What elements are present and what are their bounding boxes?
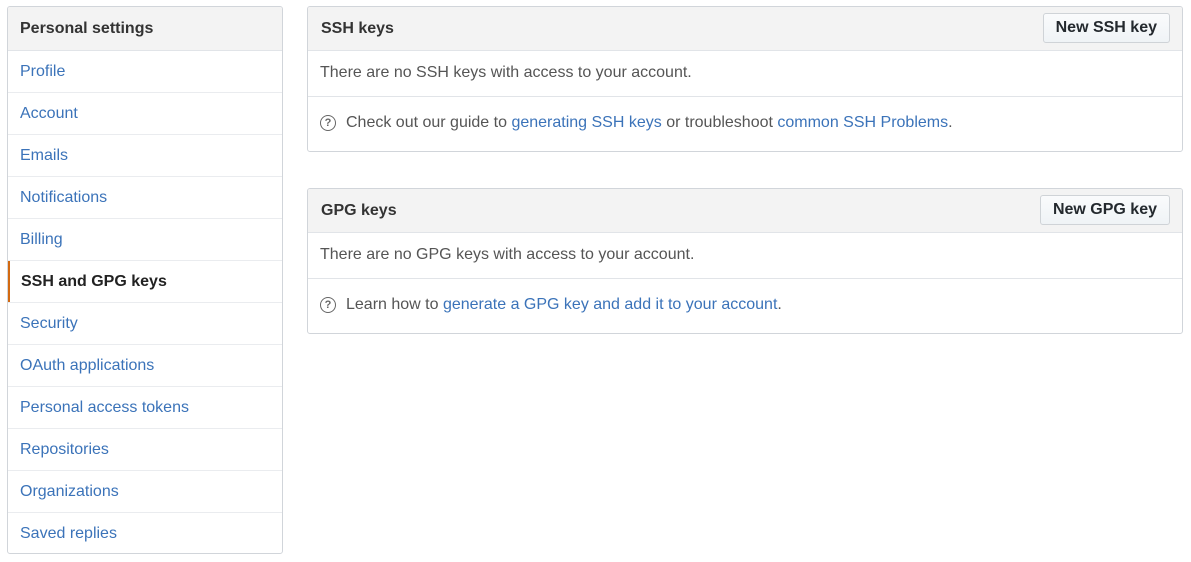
sidebar-item-emails[interactable]: Emails <box>8 135 282 177</box>
new-ssh-key-button[interactable]: New SSH key <box>1042 13 1170 43</box>
question-circle-icon: ? <box>320 115 336 131</box>
sidebar-item-billing[interactable]: Billing <box>8 219 282 261</box>
gpg-keys-header: GPG keys New GPG key <box>308 189 1182 233</box>
gpg-help-prefix: Learn how to <box>346 296 443 313</box>
ssh-keys-panel: SSH keys New SSH key There are no SSH ke… <box>307 6 1183 152</box>
sidebar-item-security[interactable]: Security <box>8 303 282 345</box>
gpg-keys-help: ? Learn how to generate a GPG key and ad… <box>308 279 1182 331</box>
new-gpg-key-button[interactable]: New GPG key <box>1039 195 1170 225</box>
ssh-help-middle: or troubleshoot <box>661 114 778 131</box>
question-circle-icon: ? <box>320 297 336 313</box>
ssh-keys-empty-message: There are no SSH keys with access to you… <box>308 51 1182 97</box>
gpg-help-suffix: . <box>777 296 782 313</box>
sidebar-header: Personal settings <box>8 7 282 51</box>
common-ssh-problems-link[interactable]: common SSH Problems <box>777 97 948 149</box>
ssh-help-suffix: . <box>948 114 953 131</box>
ssh-help-prefix: Check out our guide to <box>346 114 512 131</box>
ssh-keys-help: ? Check out our guide to generating SSH … <box>308 97 1182 149</box>
sidebar-item-saved-replies[interactable]: Saved replies <box>8 513 282 553</box>
sidebar-item-account[interactable]: Account <box>8 93 282 135</box>
sidebar-item-ssh-gpg-keys[interactable]: SSH and GPG keys <box>8 261 282 303</box>
sidebar-item-notifications[interactable]: Notifications <box>8 177 282 219</box>
sidebar-item-profile[interactable]: Profile <box>8 51 282 93</box>
gpg-keys-panel: GPG keys New GPG key There are no GPG ke… <box>307 188 1183 334</box>
sidebar-item-personal-access-tokens[interactable]: Personal access tokens <box>8 387 282 429</box>
gpg-keys-empty-message: There are no GPG keys with access to you… <box>308 233 1182 279</box>
ssh-keys-title: SSH keys <box>321 20 394 37</box>
ssh-keys-header: SSH keys New SSH key <box>308 7 1182 51</box>
generating-ssh-keys-link[interactable]: generating SSH keys <box>511 97 661 149</box>
settings-sidebar: Personal settings Profile Account Emails… <box>7 6 283 554</box>
sidebar-item-repositories[interactable]: Repositories <box>8 429 282 471</box>
sidebar-item-organizations[interactable]: Organizations <box>8 471 282 513</box>
gpg-keys-title: GPG keys <box>321 202 397 219</box>
generate-gpg-key-link[interactable]: generate a GPG key and add it to your ac… <box>443 279 777 331</box>
sidebar-item-oauth-applications[interactable]: OAuth applications <box>8 345 282 387</box>
